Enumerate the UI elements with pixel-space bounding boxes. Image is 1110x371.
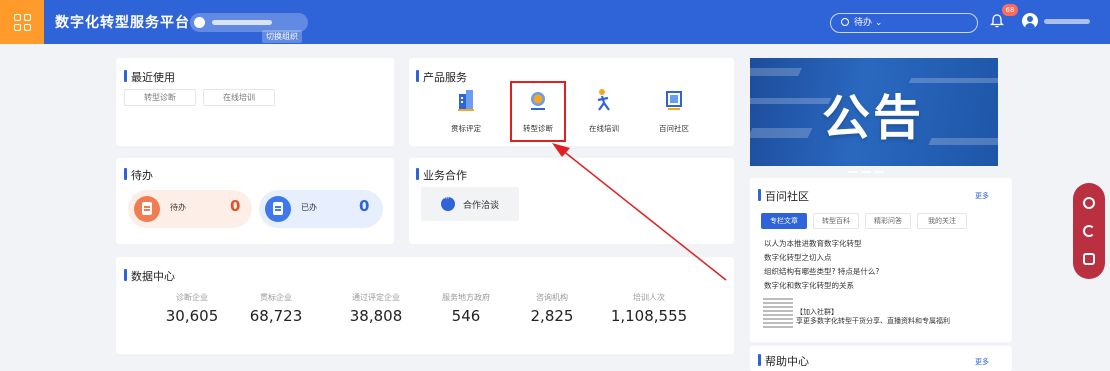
cooperation-title: 业务合作 — [416, 167, 467, 183]
highlight-box — [510, 81, 566, 142]
app-title: 数字化转型服务平台 — [55, 15, 190, 31]
stat-value: 30,605 — [165, 307, 219, 325]
product-label: 贯标评定 — [451, 124, 481, 133]
org-icon — [194, 17, 205, 28]
todo-done-count: 0 — [359, 197, 370, 215]
bell-icon[interactable] — [990, 14, 1004, 28]
stat-label: 培训人次 — [633, 293, 665, 302]
search-scope: 待办 — [854, 18, 873, 28]
todo-list-icon — [134, 196, 160, 222]
stat-item: 贯标企业 68,723 — [245, 292, 307, 325]
person-running-icon — [597, 89, 610, 111]
annotation-arrow — [552, 143, 727, 281]
chat-icon — [441, 194, 455, 211]
user-name-redacted[interactable] — [1044, 19, 1090, 24]
stat-value: 546 — [451, 307, 481, 325]
stat-item: 服务地方政府 546 — [436, 292, 496, 325]
todo-pending-label: 待办 — [170, 203, 186, 212]
stat-item: 通过评定企业 38,808 — [344, 292, 408, 325]
search-icon — [841, 18, 849, 26]
building-icon — [458, 90, 474, 111]
app-frame: 数字化转型服务平台 切换组织 待办 ⌄ 68 最近使用 转型诊断 在线培训 产品… — [0, 0, 1110, 371]
article-link[interactable]: 数字化和数字化转型的关系 — [764, 280, 854, 291]
service-icon[interactable] — [1083, 225, 1095, 237]
recent-item-training[interactable]: 在线培训 — [203, 89, 275, 106]
community-more-link[interactable]: 更多 — [975, 191, 989, 201]
banner-title: 公告 — [822, 90, 925, 146]
product-community[interactable]: 百问社区 — [646, 88, 702, 134]
stat-label: 通过评定企业 — [352, 293, 400, 302]
chat-bubble-icon[interactable] — [1083, 197, 1095, 209]
product-label: 百问社区 — [659, 124, 689, 133]
stat-label: 诊断企业 — [176, 293, 208, 302]
notification-badge: 68 — [1002, 4, 1018, 16]
chevron-down-icon: ⌄ — [872, 18, 883, 28]
help-more-link[interactable]: 更多 — [975, 357, 989, 367]
picture-frame-icon — [666, 91, 682, 110]
tab-articles[interactable]: 专栏文章 — [761, 213, 807, 229]
article-link[interactable]: 组织结构有哪些类型? 特点是什么? — [764, 266, 879, 277]
stat-item: 咨询机构 2,825 — [524, 292, 580, 325]
stat-value: 2,825 — [530, 307, 574, 325]
tab-encyclopedia[interactable]: 转型百科 — [813, 213, 859, 229]
top-header: 数字化转型服务平台 切换组织 待办 ⌄ 68 — [0, 0, 1110, 44]
tab-following[interactable]: 我的关注 — [917, 213, 967, 229]
stat-value: 68,723 — [249, 307, 303, 325]
stat-label: 咨询机构 — [536, 293, 568, 302]
product-training[interactable]: 在线培训 — [576, 88, 632, 134]
user-avatar[interactable] — [1022, 13, 1038, 29]
video-icon[interactable] — [1083, 253, 1095, 265]
stat-label: 服务地方政府 — [442, 293, 490, 302]
recent-item-diagnosis[interactable]: 转型诊断 — [124, 89, 196, 106]
stat-value: 38,808 — [349, 307, 403, 325]
carousel-dots[interactable] — [848, 158, 887, 177]
cooperation-label: 合作洽谈 — [463, 201, 500, 211]
search-input[interactable]: 待办 ⌄ — [830, 13, 978, 33]
product-label: 在线培训 — [589, 124, 619, 133]
cooperation-button[interactable]: 合作洽谈 — [421, 187, 519, 221]
article-link[interactable]: 以人为本推进教育数字化转型 — [764, 238, 862, 249]
community-title: 百问社区 — [758, 188, 809, 204]
todo-pending-count: 0 — [230, 197, 241, 215]
help-title: 帮助中心 — [758, 353, 809, 369]
todo-done[interactable]: 已办 0 — [259, 190, 383, 228]
stat-value: 1,108,555 — [610, 307, 688, 325]
stat-label: 贯标企业 — [260, 293, 292, 302]
article-link[interactable]: 数字化转型之切入点 — [764, 252, 832, 263]
data-center-title: 数据中心 — [124, 268, 175, 284]
tab-qa[interactable]: 精彩问答 — [865, 213, 911, 229]
stat-item: 诊断企业 30,605 — [164, 292, 220, 325]
join-community-desc: 享更多数字化转型干货分享、直播资料和专属福利 — [796, 317, 950, 325]
product-certification[interactable]: 贯标评定 — [438, 88, 494, 134]
floating-toolbar — [1073, 183, 1105, 279]
recent-title: 最近使用 — [124, 69, 175, 85]
org-name-redacted — [212, 20, 272, 25]
apps-grid-icon[interactable] — [0, 0, 44, 44]
qr-code-icon — [763, 298, 793, 328]
todo-title: 待办 — [124, 167, 153, 183]
todo-pending[interactable]: 待办 0 — [128, 190, 252, 228]
switch-org-button[interactable]: 切换组织 — [262, 30, 302, 43]
products-title: 产品服务 — [416, 69, 467, 85]
stat-item: 培训人次 1,108,555 — [608, 292, 690, 325]
todo-done-label: 已办 — [301, 203, 317, 212]
done-list-icon — [265, 196, 291, 222]
